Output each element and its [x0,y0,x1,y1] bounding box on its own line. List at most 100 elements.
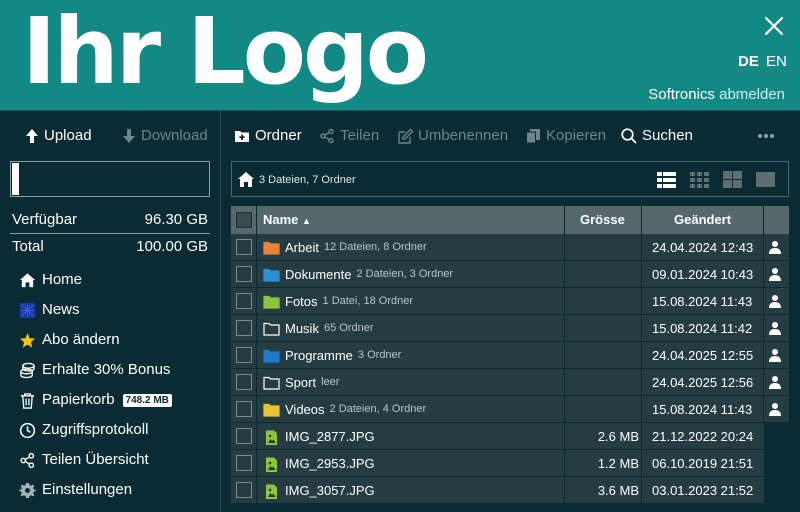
row-name-cell[interactable]: Dokumente 2 Dateien, 3 Ordner [263,261,453,288]
row-checkbox[interactable] [236,401,252,417]
home-icon[interactable] [237,171,255,188]
user-icon[interactable] [768,348,782,362]
upload-arrow-icon [26,129,38,143]
user-icon[interactable] [768,294,782,308]
lang-en[interactable]: EN [766,53,787,71]
table-row[interactable]: Sport leer 24.04.2025 12:56 [231,369,789,396]
large-grid-view-icon[interactable] [722,170,743,189]
sidebar-item-label: Teilen Übersicht [42,451,149,468]
user-icon[interactable] [768,267,782,281]
row-size: 1.2 MB [597,456,639,471]
download-button[interactable]: Download [122,127,208,145]
sidebar-item-bonus[interactable]: Erhalte 30% Bonus [19,360,170,380]
table-row[interactable]: Fotos 1 Datei, 18 Ordner 15.08.2024 11:43 [231,288,789,315]
user-icon[interactable] [768,321,782,335]
image-file-icon [266,457,277,472]
row-meta: 2 Dateien, 3 Ordner [356,268,454,280]
total-label: Total [12,238,44,255]
breadcrumb: 3 Dateien, 7 Ordner [231,161,789,197]
row-modified: 24.04.2025 12:55 [652,348,754,363]
row-name-cell[interactable]: Sport leer [263,369,339,396]
share-button[interactable]: Teilen [319,127,379,145]
row-meta: 65 Ordner [323,322,374,334]
user-icon[interactable] [768,375,782,389]
column-header-size[interactable]: Grösse [580,206,625,234]
row-modified: 24.04.2025 12:56 [652,375,754,390]
row-checkbox[interactable] [236,455,252,471]
table-row[interactable]: Musik 65 Ordner 15.08.2024 11:42 [231,315,789,342]
row-checkbox[interactable] [236,293,252,309]
table-row[interactable]: IMG_2877.JPG 2.6 MB 21.12.2022 20:24 [231,423,764,450]
row-meta: 2 Dateien, 4 Ordner [329,403,427,415]
select-all-checkbox[interactable] [236,212,252,228]
row-name-cell[interactable]: Videos 2 Dateien, 4 Ordner [263,396,426,423]
small-grid-view-icon[interactable] [689,170,710,189]
row-name-cell[interactable]: Musik 65 Ordner [263,315,373,342]
row-name-cell[interactable]: Programme 3 Ordner [263,342,401,369]
user-icon[interactable] [768,402,782,416]
row-name-cell[interactable]: IMG_3057.JPG [263,477,375,504]
row-meta: 12 Dateien, 8 Ordner [323,241,427,253]
table-row[interactable]: IMG_2953.JPG 1.2 MB 06.10.2019 21:51 [231,450,764,477]
list-view-icon[interactable] [656,170,677,189]
sidebar-item-abo[interactable]: Abo ändern [19,330,120,350]
folder-icon [263,322,280,336]
table-header: Name ▲ Grösse Geändert [231,206,789,234]
row-name-cell[interactable]: IMG_2877.JPG [263,423,375,450]
table-row[interactable]: Programme 3 Ordner 24.04.2025 12:55 [231,342,789,369]
folder-plus-icon [235,131,249,142]
logout-link[interactable]: abmelden [719,86,785,103]
column-header-modified[interactable]: Geändert [674,206,731,234]
new-folder-label: Ordner [255,127,302,144]
search-button[interactable]: Suchen [621,127,693,145]
header-banner: Ihr Logo DE EN Softronics abmelden [0,0,800,110]
trash-icon [19,392,36,409]
close-icon[interactable] [763,15,785,37]
row-checkbox[interactable] [236,266,252,282]
header-divider [0,110,800,111]
rename-button[interactable]: Umbenennen [397,127,508,145]
upload-button[interactable]: Upload [25,127,92,145]
logo: Ihr Logo [22,0,429,105]
folder-icon [263,403,280,417]
new-folder-button[interactable]: Ordner [234,127,302,145]
row-name: Fotos [285,293,318,309]
column-header-name[interactable]: Name ▲ [263,206,311,234]
sidebar-item-trash[interactable]: Papierkorb 748.2 MB [19,390,172,410]
sidebar-item-news[interactable]: News [19,300,80,320]
copy-button[interactable]: Kopieren [525,127,606,145]
row-checkbox[interactable] [236,428,252,444]
table-row[interactable]: Videos 2 Dateien, 4 Ordner 15.08.2024 11:4… [231,396,789,423]
preview-view-icon[interactable] [755,170,776,189]
sidebar-item-label: Zugriffsprotokoll [42,421,149,438]
table-row[interactable]: IMG_3057.JPG 3.6 MB 03.01.2023 21:52 [231,477,764,504]
row-modified: 21.12.2022 20:24 [652,429,754,444]
row-checkbox[interactable] [236,320,252,336]
row-size: 3.6 MB [597,483,639,498]
sidebar-item-home[interactable]: Home [19,270,82,290]
row-name-cell[interactable]: Arbeit 12 Dateien, 8 Ordner [263,234,427,261]
row-name: Arbeit [285,239,319,255]
sidebar-item-label: Einstellungen [42,481,133,498]
sidebar-item-settings[interactable]: Einstellungen [19,480,132,500]
account-info: Softronics abmelden [648,86,785,104]
row-modified: 06.10.2019 21:51 [652,456,754,471]
table-row[interactable]: Dokumente 2 Dateien, 3 Ordner 09.01.2024 1… [231,261,789,288]
row-name-cell[interactable]: Fotos 1 Datei, 18 Ordner [263,288,413,315]
user-icon[interactable] [768,240,782,254]
sort-asc-icon: ▲ [302,216,311,226]
row-checkbox[interactable] [236,374,252,390]
row-checkbox[interactable] [236,482,252,498]
row-modified: 09.01.2024 10:43 [652,267,754,282]
row-checkbox[interactable] [236,347,252,363]
sidebar-item-label: News [42,301,80,318]
row-checkbox[interactable] [236,239,252,255]
row-name-cell[interactable]: IMG_2953.JPG [263,450,375,477]
sidebar-item-access-log[interactable]: Zugriffsprotokoll [19,420,148,440]
lang-de[interactable]: DE [738,53,759,71]
table-row[interactable]: Arbeit 12 Dateien, 8 Ordner 24.04.2024 12:… [231,234,789,261]
trash-size-badge: 748.2 MB [122,393,172,407]
sidebar-item-share-overview[interactable]: Teilen Übersicht [19,450,149,470]
share-label: Teilen [340,127,380,144]
more-options-icon[interactable] [757,133,775,139]
